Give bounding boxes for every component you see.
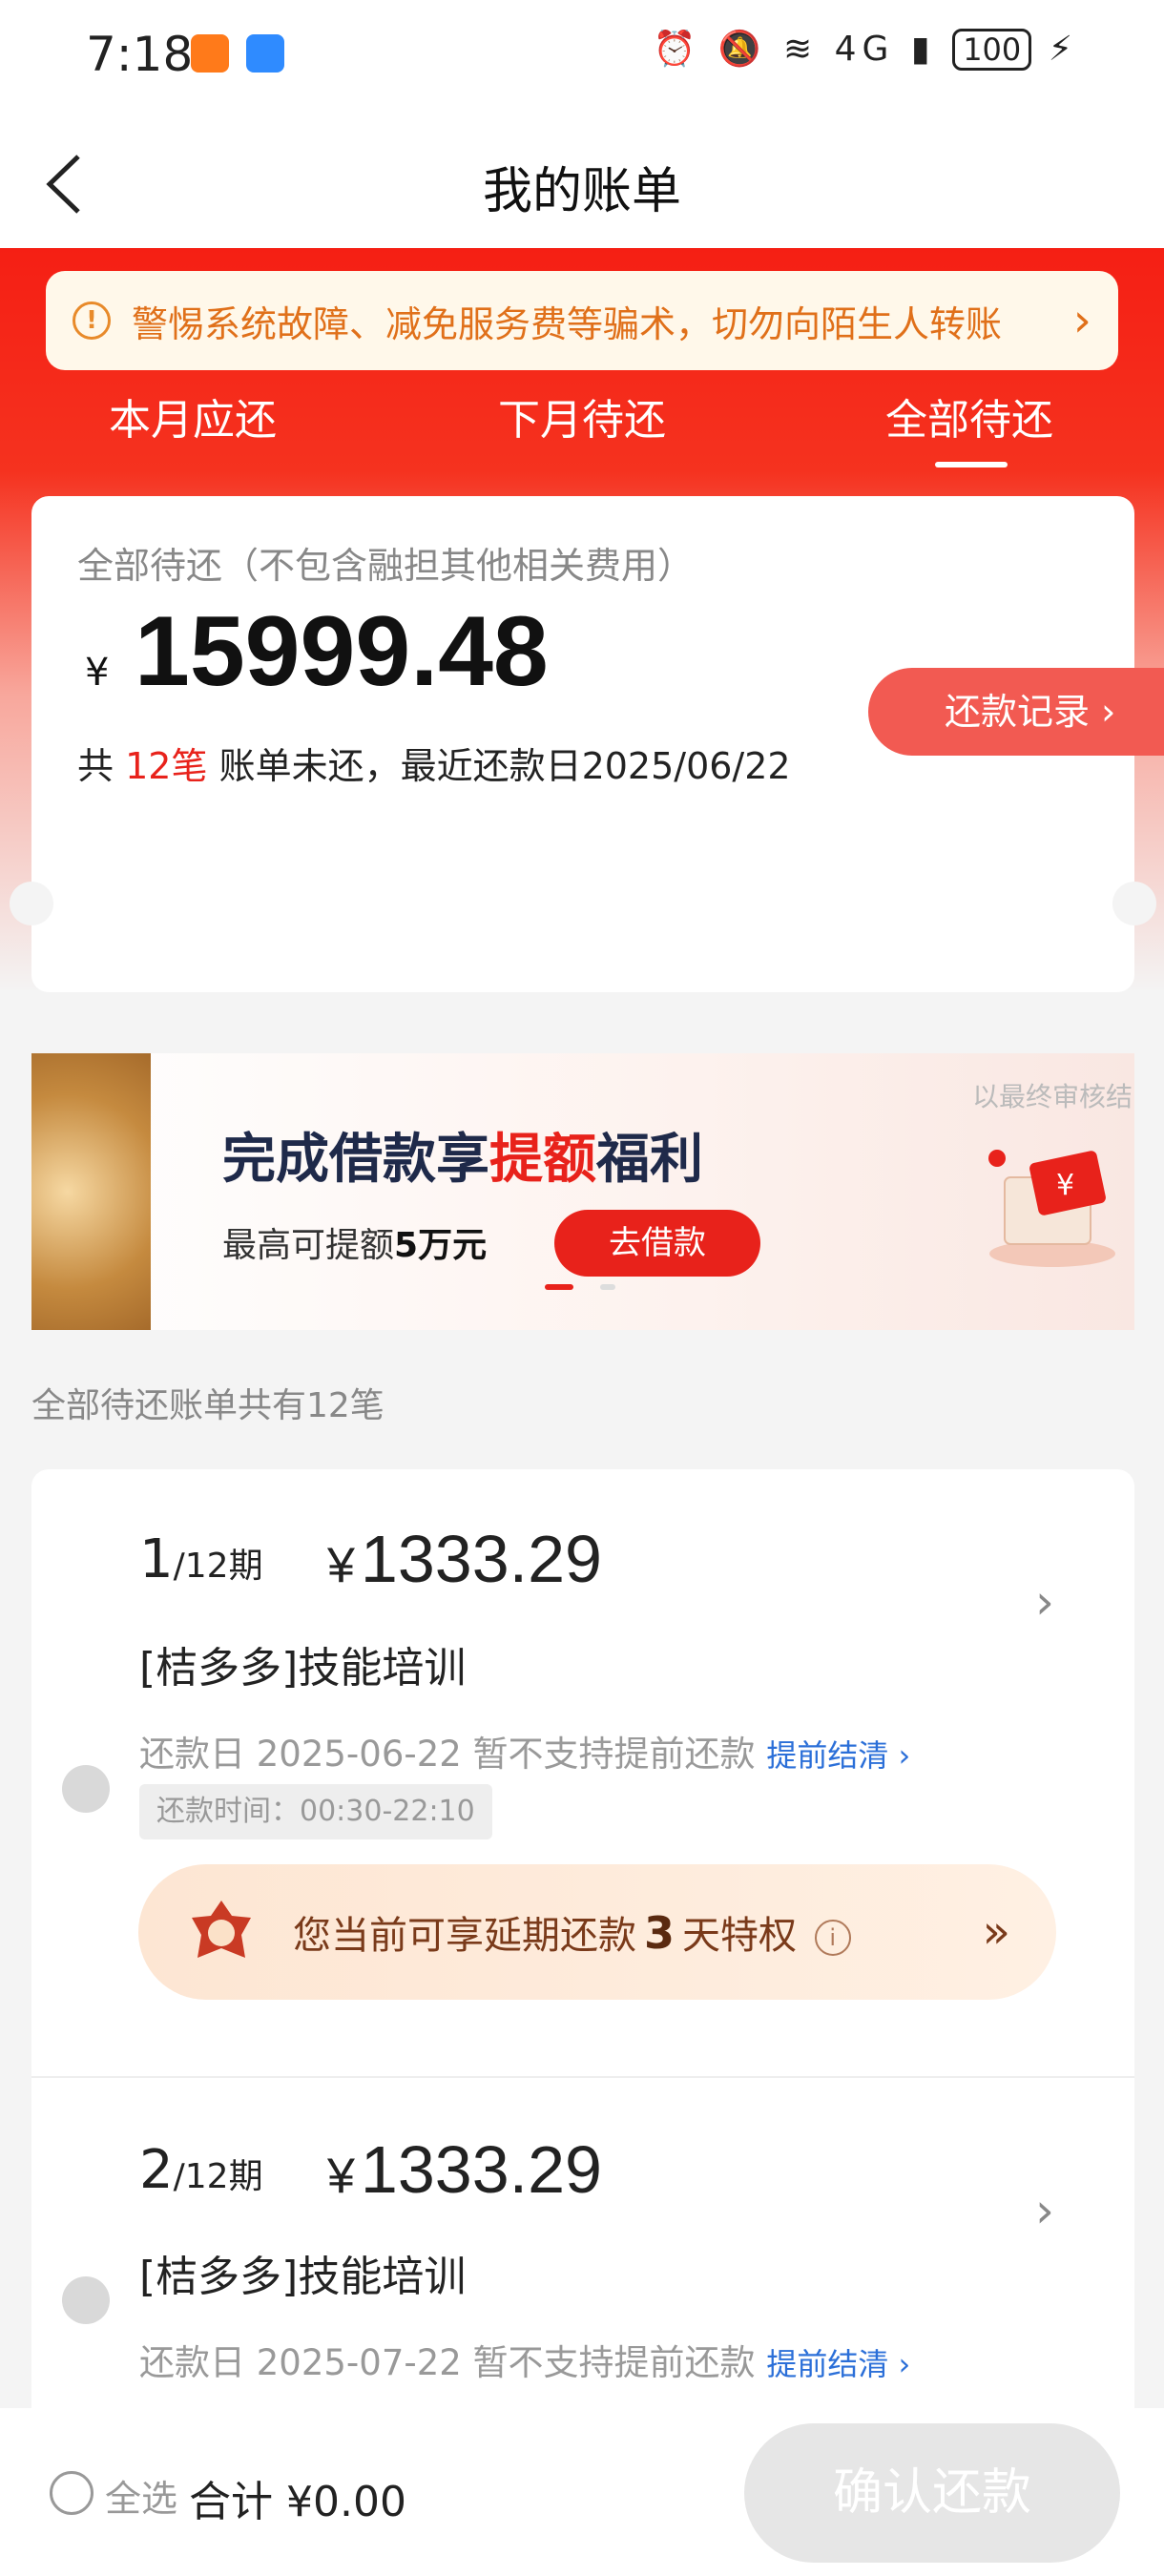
banner-sub-amount: 5万元 bbox=[394, 1226, 488, 1265]
carousel-indicator bbox=[600, 1284, 615, 1290]
privilege-badge-icon bbox=[192, 1901, 251, 1958]
early-settle-link[interactable]: 提前结清 › bbox=[766, 2346, 910, 2382]
due-date-text: 还款日 2025-07-22 暂不支持提前还款 bbox=[139, 2342, 756, 2383]
charging-icon: ⚡ bbox=[1048, 30, 1078, 69]
card-notch-left bbox=[10, 882, 53, 925]
select-all-label[interactable]: 全选 bbox=[105, 2469, 177, 2522]
bill-due-date: 还款日 2025-07-22 暂不支持提前还款 提前结清 › bbox=[139, 2334, 910, 2385]
deferral-privilege-banner[interactable]: 您当前可享延期还款 3 天特权 i » bbox=[138, 1864, 1056, 2000]
chevron-right-icon[interactable]: › bbox=[1035, 2183, 1054, 2238]
bill-due-date: 还款日 2025-06-22 暂不支持提前还款 提前结清 › bbox=[139, 1725, 910, 1776]
total-pending-amount: 15999.48 bbox=[135, 596, 549, 707]
chevron-right-icon[interactable]: › bbox=[1035, 1574, 1054, 1630]
promo-banner[interactable]: 以最终审核结 完成借款享提额福利 最高可提额5万元 去借款 ¥ bbox=[31, 1053, 1134, 1330]
mute-icon: 🔕 bbox=[717, 30, 767, 69]
period-number: 1 bbox=[139, 1528, 174, 1590]
weather-notification-icon bbox=[246, 34, 284, 73]
early-settle-link[interactable]: 提前结清 › bbox=[766, 1737, 910, 1774]
fraud-notice-banner[interactable]: ! 警惕系统故障、减免服务费等骗术，切勿向陌生人转账 › bbox=[46, 271, 1118, 370]
bill-name: [桔多多]技能培训 bbox=[139, 2253, 467, 2301]
banner-title: 完成借款享提额福利 bbox=[222, 1116, 703, 1194]
warning-icon: ! bbox=[73, 301, 111, 340]
borrow-button[interactable]: 去借款 bbox=[554, 1210, 760, 1277]
alarm-icon: ⏰ bbox=[653, 30, 702, 69]
banner-title-pre: 完成借款享 bbox=[222, 1129, 489, 1191]
battery-icon: 100 bbox=[952, 29, 1032, 71]
tab-bar: 本月应还 下月待还 全部待还 bbox=[0, 370, 1164, 466]
status-time: 7:18 bbox=[86, 27, 194, 82]
tab-this-month[interactable]: 本月应还 bbox=[109, 385, 277, 447]
selected-total: 合计 ¥0.00 bbox=[189, 2478, 406, 2526]
banner-decoration bbox=[31, 1053, 151, 1330]
page-title: 我的账单 bbox=[482, 163, 681, 220]
network-type: 4G bbox=[834, 30, 895, 69]
bill-amount: ¥1333.29 bbox=[327, 1521, 602, 1597]
signal-icon: ▮ bbox=[910, 30, 936, 69]
bill-period: 1/12期 bbox=[139, 1528, 263, 1590]
banner-title-post: 福利 bbox=[596, 1129, 703, 1191]
active-tab-indicator bbox=[935, 462, 1008, 467]
svg-text:¥: ¥ bbox=[1056, 1169, 1074, 1202]
privilege-post: 天特权 bbox=[682, 1914, 798, 1958]
navigation-bar: 我的账单 bbox=[0, 114, 1164, 248]
confirm-repayment-button[interactable]: 确认还款 bbox=[744, 2423, 1120, 2563]
tab-all-pending[interactable]: 全部待还 bbox=[885, 385, 1053, 447]
info-icon[interactable]: i bbox=[814, 1920, 851, 1956]
list-count-text: 全部待还账单共有12笔 bbox=[31, 1386, 385, 1425]
amount-value: 1333.29 bbox=[360, 1522, 602, 1596]
bottom-action-bar: 全选 合计 ¥0.00 确认还款 bbox=[0, 2408, 1164, 2576]
app-notification-icon bbox=[191, 34, 229, 73]
card-notch-right bbox=[1112, 882, 1156, 925]
select-all-radio[interactable] bbox=[50, 2471, 94, 2515]
period-total: /12期 bbox=[173, 2157, 263, 2196]
info-suffix: 账单未还，最近还款日2025/06/22 bbox=[218, 745, 791, 787]
divider bbox=[31, 2076, 1134, 2078]
due-date-text: 还款日 2025-06-22 暂不支持提前还款 bbox=[139, 1734, 756, 1775]
banner-sub-pre: 最高可提额 bbox=[222, 1226, 395, 1265]
banner-title-highlight: 提额 bbox=[489, 1129, 596, 1191]
banner-note: 以最终审核结 bbox=[972, 1081, 1133, 1112]
summary-label: 全部待还（不包含融担其他相关费用） bbox=[77, 545, 695, 587]
bill-count: 12笔 bbox=[125, 745, 208, 787]
bill-amount: ¥1333.29 bbox=[327, 2131, 602, 2208]
status-bar: 7:18 ⏰ 🔕 ≋ 4G ▮ 100 ⚡ bbox=[0, 0, 1164, 114]
carousel-indicator-active bbox=[545, 1284, 573, 1290]
bill-select-radio[interactable] bbox=[62, 1765, 110, 1813]
status-icons: ⏰ 🔕 ≋ 4G ▮ 100 ⚡ bbox=[653, 29, 1078, 71]
bill-select-radio[interactable] bbox=[62, 2276, 110, 2324]
period-total: /12期 bbox=[173, 1547, 263, 1586]
notice-text: 警惕系统故障、减免服务费等骗术，切勿向陌生人转账 bbox=[132, 302, 1003, 345]
amount-value: 1333.29 bbox=[360, 2132, 602, 2207]
chevron-right-icon: › bbox=[1072, 294, 1091, 347]
repayment-record-button[interactable]: 还款记录 › bbox=[868, 668, 1164, 756]
summary-info: 共 12笔 账单未还，最近还款日2025/06/22 bbox=[77, 737, 791, 789]
currency-symbol: ¥ bbox=[327, 2149, 355, 2204]
privilege-days: 3 bbox=[644, 1907, 676, 1959]
currency-symbol: ¥ bbox=[85, 651, 110, 695]
bill-period: 2/12期 bbox=[139, 2139, 263, 2201]
currency-symbol: ¥ bbox=[327, 1538, 355, 1593]
bill-item[interactable]: 2/12期 ¥1333.29 › [桔多多]技能培训 还款日 2025-07-2… bbox=[31, 2080, 1134, 2442]
double-chevron-right-icon: » bbox=[982, 1905, 1010, 1959]
banner-subtitle: 最高可提额5万元 bbox=[222, 1217, 487, 1267]
privilege-pre: 您当前可享延期还款 bbox=[293, 1914, 636, 1958]
privilege-text: 您当前可享延期还款 3 天特权 i bbox=[293, 1904, 983, 1960]
info-prefix: 共 bbox=[77, 745, 114, 787]
gift-box-icon: ¥ bbox=[988, 1150, 1115, 1267]
bill-list: 1/12期 ¥1333.29 › [桔多多]技能培训 还款日 2025-06-2… bbox=[31, 1469, 1134, 2442]
wifi-icon: ≋ bbox=[783, 30, 819, 69]
period-number: 2 bbox=[139, 2139, 174, 2201]
bill-name: [桔多多]技能培训 bbox=[139, 1644, 467, 1693]
repayment-time: 还款时间：00:30-22:10 bbox=[139, 1784, 492, 1839]
bill-item[interactable]: 1/12期 ¥1333.29 › [桔多多]技能培训 还款日 2025-06-2… bbox=[31, 1469, 1134, 2076]
tab-next-month[interactable]: 下月待还 bbox=[498, 385, 666, 447]
